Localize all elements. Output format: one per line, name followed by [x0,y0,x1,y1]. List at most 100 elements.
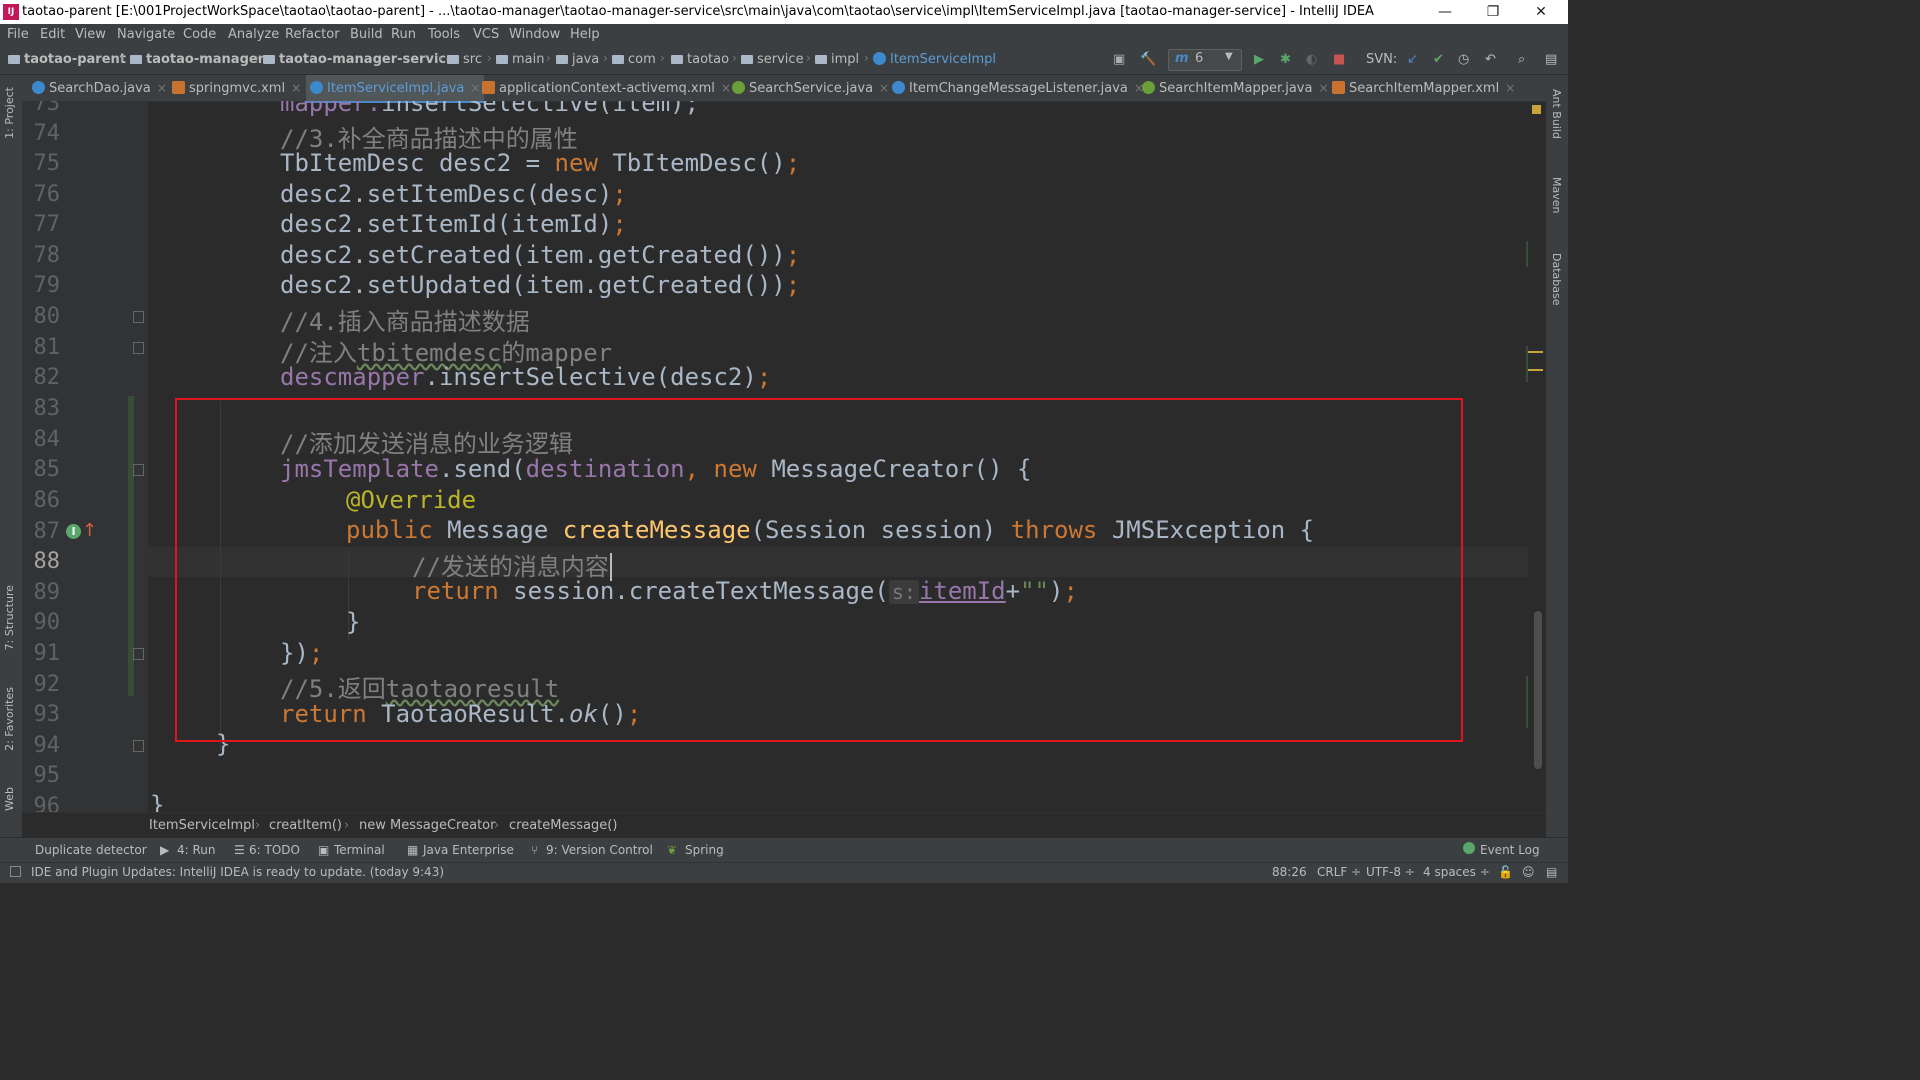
tab-itemchangemessagelistener[interactable]: ItemChangeMessageListener.java × [892,75,1144,101]
tab-searchservice[interactable]: SearchService.java × [732,75,889,101]
nav-crumb-service[interactable]: service [741,52,804,67]
tab-applicationcontext-activemq[interactable]: applicationContext-activemq.xml × [482,75,731,101]
tab-itemserviceimpl[interactable]: ItemServiceImpl.java × [306,75,485,103]
stop-icon[interactable]: ■ [1333,52,1345,67]
nav-crumb-src[interactable]: src [447,52,482,67]
tool-event-log[interactable]: Event Log [1480,843,1540,857]
menu-run[interactable]: Run [391,27,416,42]
menu-tools[interactable]: Tools [428,27,460,42]
breadcrumb-method[interactable]: creatItem() [269,818,342,833]
tool-tab-project[interactable]: 1: Project [3,87,16,139]
nav-crumb-service-module[interactable]: taotao-manager-service [263,52,455,67]
error-stripe-marker[interactable] [1527,369,1543,371]
tool-duplicate-detector[interactable]: Duplicate detector [35,843,147,857]
line-number-gutter[interactable]: 73 74 75 76 77 78 79 80 81 82 83 84 85 8… [22,101,148,812]
breadcrumb-anon-class[interactable]: new MessageCreator [359,818,495,833]
vertical-scrollbar-thumb[interactable] [1534,611,1542,769]
history-icon[interactable]: ◷ [1458,52,1469,67]
close-tab-icon[interactable]: × [721,81,731,95]
code-line-82[interactable]: descmapper.insertSelective(desc2); [280,363,771,391]
arrow-up-icon[interactable]: ↑ [82,520,97,541]
breadcrumb-inner-method[interactable]: createMessage() [509,818,617,833]
code-line-73[interactable]: mapper.insertSelective(item); [280,101,699,117]
tool-java-enterprise[interactable]: Java Enterprise [423,843,514,857]
error-stripe-marker[interactable] [1527,351,1543,353]
caret-position[interactable]: 88:26 [1272,865,1307,879]
memory-icon[interactable]: ▤ [1546,865,1557,879]
lock-icon[interactable]: 🔓 [1498,865,1513,879]
menu-code[interactable]: Code [183,27,216,42]
menu-build[interactable]: Build [350,27,383,42]
fold-marker-icon[interactable] [133,342,144,354]
code-line-80[interactable]: //4.插入商品描述数据 [280,302,530,337]
close-button[interactable]: ✕ [1518,0,1564,24]
nav-crumb-impl[interactable]: impl [815,52,859,67]
menu-view[interactable]: View [75,27,106,42]
menu-analyze[interactable]: Analyze [228,27,279,42]
implements-method-icon[interactable]: I [66,524,81,539]
close-tab-icon[interactable]: × [1505,81,1515,95]
inspector-icon[interactable]: ☺ [1522,865,1535,879]
svn-update-icon[interactable]: ↙ [1407,52,1418,67]
close-tab-icon[interactable]: × [157,81,167,95]
warning-marker-icon[interactable] [1532,105,1541,114]
tool-version-control[interactable]: 9: Version Control [546,843,653,857]
minimize-button[interactable]: — [1422,0,1468,24]
code-line-79[interactable]: desc2.setUpdated(item.getCreated()); [280,271,800,299]
build-hammer-icon[interactable]: 🔨 [1140,52,1156,67]
nav-crumb-class[interactable]: ItemServiceImpl [873,52,996,67]
menu-vcs[interactable]: VCS [473,27,499,42]
tab-searchdao[interactable]: SearchDao.java × [32,75,167,101]
tool-run[interactable]: 4: Run [177,843,216,857]
code-line-96[interactable]: } [150,791,164,812]
status-message[interactable]: IDE and Plugin Updates: IntelliJ IDEA is… [31,865,444,879]
fold-marker-icon[interactable] [133,740,144,752]
search-icon[interactable]: ⌕ [1518,52,1525,67]
code-line-77[interactable]: desc2.setItemId(itemId); [280,210,627,238]
tool-tab-web[interactable]: Web [3,787,16,811]
fold-marker-icon[interactable] [133,648,144,660]
code-line-75[interactable]: TbItemDesc desc2 = new TbItemDesc(); [280,149,800,177]
close-tab-icon[interactable]: × [470,81,480,95]
nav-crumb-taotao[interactable]: taotao [671,52,729,67]
run-config-select[interactable]: m 6 ▼ [1168,49,1242,71]
tool-tab-ant-build[interactable]: Ant Build [1550,89,1563,139]
menu-refactor[interactable]: Refactor [285,27,340,42]
tool-tab-database[interactable]: Database [1550,253,1563,306]
revert-icon[interactable]: ↶ [1485,52,1496,67]
project-structure-icon[interactable]: ▣ [1113,52,1125,67]
menu-navigate[interactable]: Navigate [117,27,175,42]
code-line-76[interactable]: desc2.setItemDesc(desc); [280,180,627,208]
nav-crumb-project[interactable]: taotao-parent [8,52,126,67]
close-tab-icon[interactable]: × [1318,81,1328,95]
breadcrumb-class[interactable]: ItemServiceImpl [149,818,255,833]
status-toggle-icon[interactable] [10,866,21,877]
tool-tab-structure[interactable]: 7: Structure [3,585,16,650]
nav-crumb-module[interactable]: taotao-manager [130,52,264,67]
tool-tab-favorites[interactable]: 2: Favorites [3,687,16,751]
menu-help[interactable]: Help [570,27,600,42]
tab-searchitemmapper-java[interactable]: SearchItemMapper.java × [1142,75,1329,101]
svn-commit-icon[interactable]: ✔ [1433,52,1444,67]
coverage-icon[interactable]: ◐ [1306,52,1317,67]
file-encoding[interactable]: UTF-8 ÷ [1366,865,1415,879]
fold-marker-icon[interactable] [133,464,144,476]
tool-terminal[interactable]: Terminal [334,843,385,857]
layout-icon[interactable]: ▤ [1545,52,1557,67]
tool-tab-maven[interactable]: Maven [1550,177,1563,213]
nav-crumb-java[interactable]: java [556,52,599,67]
menu-edit[interactable]: Edit [40,27,65,42]
tab-springmvc[interactable]: springmvc.xml × [172,75,301,101]
menu-window[interactable]: Window [509,27,560,42]
debug-icon[interactable]: ✱ [1280,52,1291,67]
fold-marker-icon[interactable] [133,311,144,323]
menu-file[interactable]: File [7,27,29,42]
close-tab-icon[interactable]: × [291,81,301,95]
tool-spring[interactable]: Spring [685,843,724,857]
nav-crumb-main[interactable]: main [496,52,544,67]
line-separator[interactable]: CRLF ÷ [1317,865,1361,879]
nav-crumb-com[interactable]: com [612,52,656,67]
code-line-78[interactable]: desc2.setCreated(item.getCreated()); [280,241,800,269]
tool-todo[interactable]: 6: TODO [249,843,300,857]
close-tab-icon[interactable]: × [879,81,889,95]
